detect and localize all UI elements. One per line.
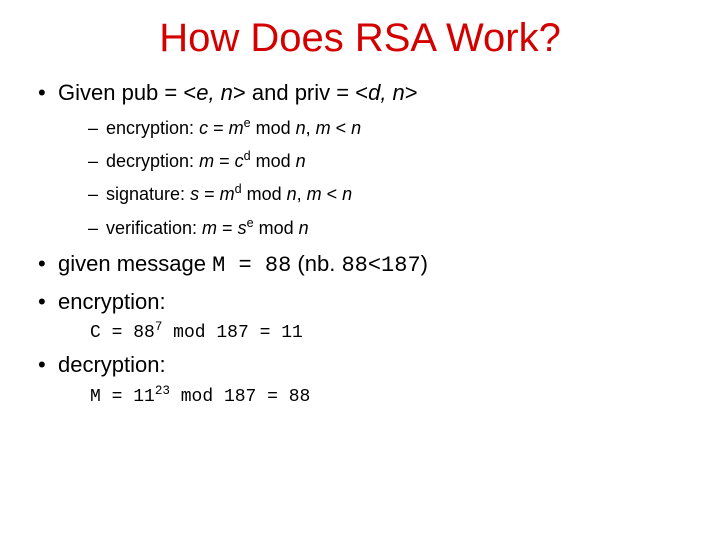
- bullet-decryption: decryption:: [36, 351, 684, 379]
- sub-signature: signature: s = md mod n, m < n: [88, 183, 684, 206]
- label: encryption:: [58, 289, 166, 314]
- var-dn: d, n: [368, 80, 405, 105]
- bullet-given: Given pub = <e, n> and priv = <d, n> enc…: [36, 79, 684, 240]
- expr-exp: 23: [155, 384, 170, 398]
- bullet-list-2: decryption:: [36, 351, 684, 379]
- var-m: m: [220, 184, 235, 204]
- label: encryption:: [106, 118, 199, 138]
- exp-e: e: [244, 116, 251, 130]
- var-s: s: [190, 184, 199, 204]
- text: > and priv = <: [233, 80, 368, 105]
- var-m2: m: [316, 118, 331, 138]
- var-c: c: [235, 151, 244, 171]
- label: decryption:: [106, 151, 199, 171]
- var-m: m: [229, 118, 244, 138]
- mod: mod: [242, 184, 287, 204]
- exp-d: d: [244, 149, 251, 163]
- lt: <: [322, 184, 343, 204]
- decryption-computation: M = 1123 mod 187 = 88: [90, 387, 684, 407]
- slide: How Does RSA Work? Given pub = <e, n> an…: [0, 0, 720, 540]
- lt: <: [331, 118, 352, 138]
- var-n: n: [296, 151, 306, 171]
- code-m88: M = 88: [212, 253, 291, 278]
- text: >: [405, 80, 418, 105]
- label: verification:: [106, 218, 202, 238]
- var-m: m: [199, 151, 214, 171]
- mod: mod: [251, 118, 296, 138]
- var-n: n: [299, 218, 309, 238]
- sub-bullet-list: encryption: c = me mod n, m < n decrypti…: [58, 117, 684, 241]
- var-s: s: [238, 218, 247, 238]
- slide-title: How Does RSA Work?: [36, 16, 684, 61]
- label: signature:: [106, 184, 190, 204]
- expr-post: mod 187 = 11: [162, 323, 302, 343]
- exp-d: d: [235, 182, 242, 196]
- bullet-given-message: given message M = 88 (nb. 88<187): [36, 250, 684, 280]
- var-c: c: [199, 118, 208, 138]
- var-m2: m: [307, 184, 322, 204]
- text: Given pub = <: [58, 80, 196, 105]
- bullet-list: Given pub = <e, n> and priv = <d, n> enc…: [36, 79, 684, 315]
- bullet-encryption: encryption:: [36, 288, 684, 316]
- expr-post: mod 187 = 88: [170, 387, 310, 407]
- var-en: e, n: [196, 80, 233, 105]
- eq: =: [208, 118, 229, 138]
- text: given message: [58, 251, 212, 276]
- comma: ,: [297, 184, 307, 204]
- eq: =: [199, 184, 220, 204]
- code-compare: 88<187: [341, 253, 420, 278]
- eq: =: [217, 218, 238, 238]
- sub-decryption: decryption: m = cd mod n: [88, 150, 684, 173]
- sub-verification: verification: m = se mod n: [88, 217, 684, 240]
- sub-encryption: encryption: c = me mod n, m < n: [88, 117, 684, 140]
- var-n: n: [296, 118, 306, 138]
- exp-e: e: [247, 216, 254, 230]
- var-n2: n: [342, 184, 352, 204]
- var-n2: n: [351, 118, 361, 138]
- mod: mod: [254, 218, 299, 238]
- encryption-computation: C = 887 mod 187 = 11: [90, 323, 684, 343]
- mod: mod: [251, 151, 296, 171]
- text: (nb.: [291, 251, 341, 276]
- expr-pre: M = 11: [90, 387, 155, 407]
- text: ): [421, 251, 428, 276]
- eq: =: [214, 151, 235, 171]
- comma: ,: [306, 118, 316, 138]
- label: decryption:: [58, 352, 166, 377]
- expr-pre: C = 88: [90, 323, 155, 343]
- var-m: m: [202, 218, 217, 238]
- var-n: n: [287, 184, 297, 204]
